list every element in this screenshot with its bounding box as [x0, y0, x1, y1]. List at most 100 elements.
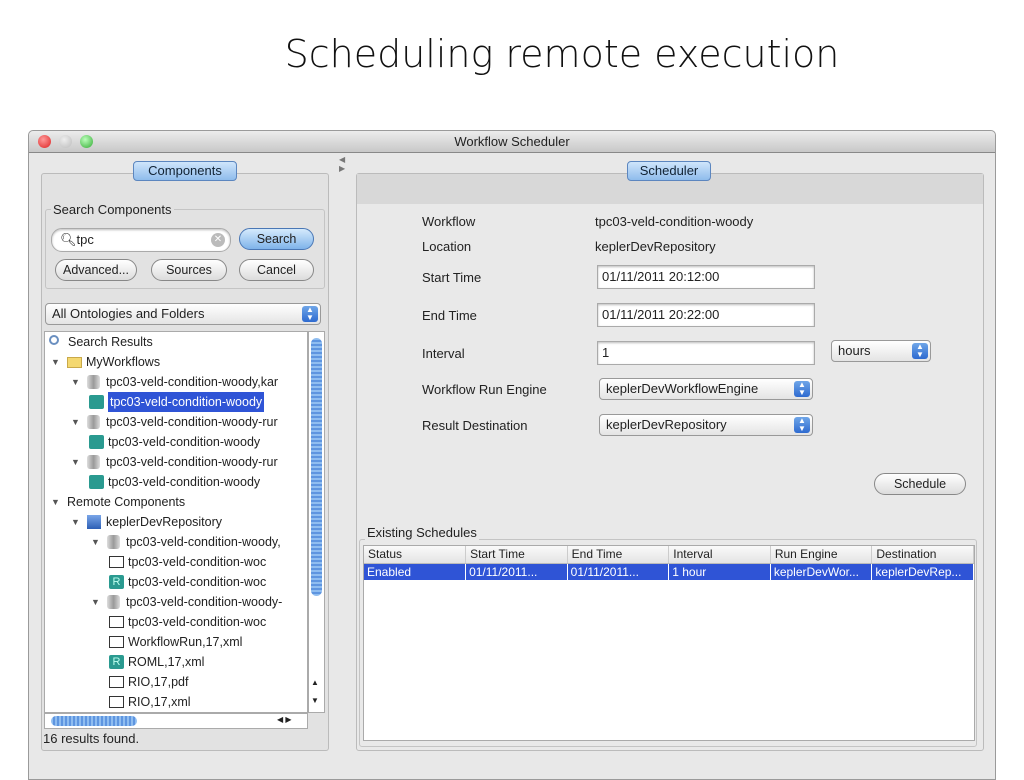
result-destination-label: Result Destination — [422, 418, 528, 433]
component-tree[interactable]: Search Results ▼ MyWorkflows ▼ tpc03-veld-co… — [44, 331, 308, 713]
run-engine-select[interactable]: keplerDevWorkflowEngine ▲ ▼ — [599, 378, 813, 400]
search-input[interactable]: 🔍︎tpc ✕ — [51, 228, 231, 252]
search-button[interactable]: Search — [239, 228, 314, 250]
tree-item[interactable]: tpc03-veld-condition-woody — [45, 432, 307, 452]
expand-triangle-icon[interactable]: ▼ — [71, 372, 80, 392]
file-icon — [109, 696, 124, 708]
table-cell: 01/11/2011... — [465, 563, 568, 580]
tree-item[interactable]: WorkflowRun,17,xml — [45, 632, 307, 652]
location-label: Location — [422, 239, 472, 254]
tree-item[interactable]: Search Results — [45, 332, 307, 352]
horizontal-scroll-thumb[interactable] — [51, 716, 137, 726]
column-header[interactable]: Status — [364, 546, 467, 564]
scope-select[interactable]: All Ontologies and Folders ▲ ▼ — [45, 303, 321, 325]
end-time-label: End Time — [422, 308, 477, 323]
scroll-up-icon[interactable]: ▲ — [311, 678, 319, 687]
start-time-label: Start Time — [422, 270, 482, 285]
result-destination-select[interactable]: keplerDevRepository ▲ ▼ — [599, 414, 813, 436]
expand-triangle-icon[interactable]: ▼ — [71, 412, 80, 432]
tree-item[interactable]: ▼ tpc03-veld-condition-woody-rur — [45, 452, 307, 472]
tree-item[interactable]: Rtpc03-veld-condition-woc — [45, 572, 307, 592]
workflow-scheduler-window: Workflow Scheduler Components Search Com… — [28, 130, 996, 780]
column-header[interactable]: Start Time — [465, 546, 568, 564]
column-header[interactable]: Run Engine — [770, 546, 873, 564]
table-row[interactable]: Enabled 01/11/2011... 01/11/2011... 1 hour k… — [364, 563, 974, 580]
table-cell: 1 hour — [668, 563, 771, 580]
close-button[interactable] — [38, 135, 51, 148]
table-cell: keplerDevRep... — [871, 563, 974, 580]
run-engine-label: Workflow Run Engine — [422, 382, 547, 397]
workflow-icon — [89, 395, 104, 409]
expand-triangle-icon[interactable]: ▼ — [51, 492, 60, 512]
tree-item[interactable]: ▼ keplerDevRepository — [45, 512, 307, 532]
tab-components[interactable]: Components — [133, 161, 237, 181]
tree-item-label: tpc03-veld-condition-woody-rur — [106, 415, 278, 429]
cancel-button[interactable]: Cancel — [239, 259, 314, 281]
column-header[interactable]: Destination — [871, 546, 974, 564]
tree-item[interactable]: ▼ Remote Components — [45, 492, 307, 512]
expand-triangle-icon[interactable]: ▼ — [71, 452, 80, 472]
tree-item[interactable]: ▼ tpc03-veld-condition-woody-rur — [45, 412, 307, 432]
sources-button[interactable]: Sources — [151, 259, 227, 281]
tree-item[interactable]: R ROML,17,xml — [45, 652, 307, 672]
tree-item[interactable]: tpc03-veld-condition-woc — [45, 612, 307, 632]
tree-item[interactable]: ▼ MyWorkflows — [45, 352, 307, 372]
tree-item[interactable]: RIO,17,xml — [45, 692, 307, 712]
slide-title: Scheduling remote execution — [284, 32, 840, 76]
vertical-scroll-thumb[interactable] — [311, 338, 322, 596]
zoom-button[interactable] — [80, 135, 93, 148]
tree-item-label: RIO,17,xml — [128, 695, 191, 709]
column-header[interactable]: End Time — [567, 546, 670, 564]
advanced-button[interactable]: Advanced... — [55, 259, 137, 281]
search-icon: 🔍︎ — [60, 232, 77, 247]
tree-item[interactable]: tpc03-veld-condition-woody — [45, 472, 307, 492]
interval-label: Interval — [422, 346, 465, 361]
tree-vertical-scrollbar[interactable]: ▲ ▼ — [308, 331, 325, 713]
schedule-button[interactable]: Schedule — [874, 473, 966, 495]
column-header[interactable]: Interval — [668, 546, 771, 564]
folder-icon — [67, 357, 82, 368]
tree-item-label: tpc03-veld-condition-woody — [108, 475, 261, 489]
tree-item[interactable]: RIO,17,pdf — [45, 672, 307, 692]
tree-item[interactable]: tpc03-veld-condition-woody — [45, 392, 307, 412]
tab-scheduler[interactable]: Scheduler — [627, 161, 711, 181]
file-icon — [109, 556, 124, 568]
end-time-input[interactable]: 01/11/2011 20:22:00 — [597, 303, 815, 327]
tree-item[interactable]: ▼ tpc03-veld-condition-woody, — [45, 532, 307, 552]
tree-item-label: tpc03-veld-condition-woody- — [126, 595, 283, 609]
tree-item[interactable]: tpc03-veld-condition-woc — [45, 552, 307, 572]
table-header-row: Status Start Time End Time Interval Run Engi… — [364, 546, 974, 564]
select-arrows-icon: ▲ ▼ — [794, 381, 810, 397]
scroll-left-icon[interactable]: ◀ ▶ — [277, 715, 292, 724]
report-icon: R — [109, 655, 124, 669]
file-icon — [109, 616, 124, 628]
clear-search-icon[interactable]: ✕ — [211, 233, 225, 247]
table-cell: Enabled — [364, 563, 467, 580]
scroll-down-icon[interactable]: ▼ — [311, 696, 319, 705]
file-icon — [109, 676, 124, 688]
start-time-input[interactable]: 01/11/2011 20:12:00 — [597, 265, 815, 289]
workflow-archive-icon — [87, 455, 100, 469]
tree-item-label: Remote Components — [67, 495, 186, 509]
workflow-archive-icon — [107, 535, 120, 549]
splitter-arrows-icon[interactable]: ◀ ▶ — [339, 155, 345, 173]
results-status: 16 results found. — [43, 731, 140, 746]
expand-triangle-icon[interactable]: ▼ — [91, 532, 100, 552]
tree-item-label: ROML,17,xml — [128, 655, 205, 669]
tree-item-label: tpc03-veld-condition-woody, — [126, 535, 281, 549]
expand-triangle-icon[interactable]: ▼ — [71, 512, 80, 532]
workflow-label: Workflow — [422, 214, 476, 229]
minimize-button[interactable] — [59, 135, 72, 148]
tree-item[interactable]: ▼ tpc03-veld-condition-woody- — [45, 592, 307, 612]
expand-triangle-icon[interactable]: ▼ — [51, 352, 60, 372]
tree-item[interactable]: ▼ tpc03-veld-condition-woody,kar — [45, 372, 307, 392]
schedules-table[interactable]: Status Start Time End Time Interval Run Engi… — [363, 545, 975, 741]
tree-item-label: tpc03-veld-condition-woody — [108, 392, 265, 412]
select-arrows-icon: ▲ ▼ — [912, 343, 928, 359]
tree-horizontal-scrollbar[interactable]: ◀ ▶ — [44, 713, 308, 729]
expand-triangle-icon[interactable]: ▼ — [91, 592, 100, 612]
workflow-archive-icon — [87, 375, 100, 389]
interval-input[interactable]: 1 — [597, 341, 815, 365]
interval-unit-select[interactable]: hours ▲ ▼ — [831, 340, 931, 362]
tree-item-label: RIO,17,pdf — [128, 675, 189, 689]
